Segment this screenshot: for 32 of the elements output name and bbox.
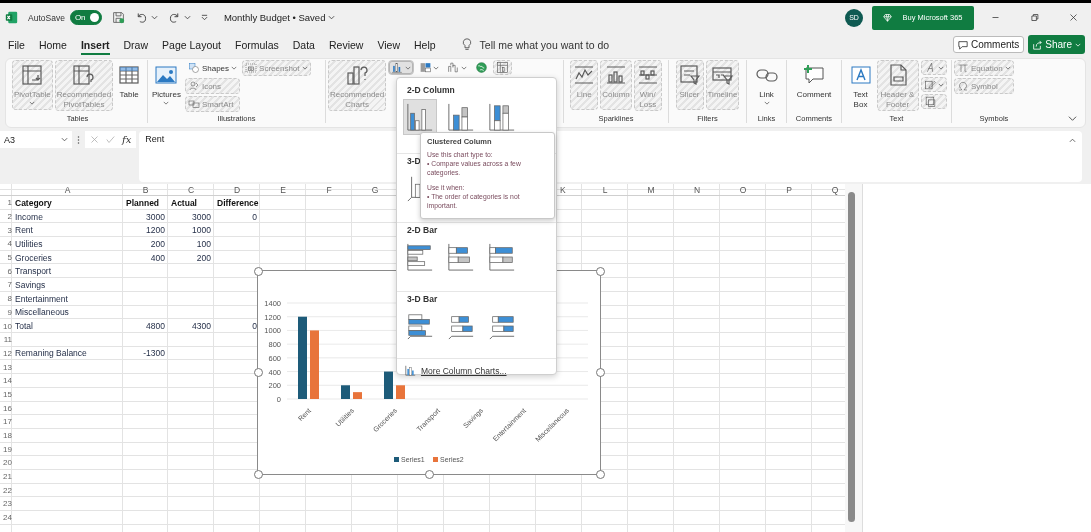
table-cell: 1000 [192,225,211,236]
table-cell: 200 [150,238,165,249]
table-cell: 200 [196,252,211,263]
table-cell: -1300 [143,348,165,359]
table-cell: Savings [15,279,46,290]
table-cell: Income [15,211,43,222]
table-cell: Utilities [15,238,43,249]
table-cell: 4800 [146,321,165,332]
table-cell: Groceries [15,252,52,263]
table-cell: Category [15,197,52,208]
table-cell: Difference [217,197,259,208]
table-cell: 4300 [192,321,211,332]
table-cell: 0 [252,211,257,222]
table-cell: Remaning Balance [15,348,87,359]
table-cell: 400 [150,252,165,263]
table-cell: 3000 [146,211,165,222]
table-cell: Total [15,321,33,332]
table-cell: 1200 [146,225,165,236]
table-cell: 3000 [192,211,211,222]
table-cell: Planned [126,197,160,208]
autosave-label: AutoSave [28,12,65,23]
section-title: 2-D Bar [406,224,439,237]
table-cell: Entertainment [15,293,68,304]
table-cell: Rent [15,225,33,236]
section-title: 3-D [406,155,422,168]
table-cell: Miscellaneous [15,307,69,318]
section-title: 2-D Column [406,84,456,97]
table-cell: Actual [171,197,197,208]
table-cell: Transport [15,266,52,277]
table-cell: 100 [196,238,211,249]
table-cell: 0 [252,321,257,332]
section-title: 3-D Bar [406,293,439,306]
